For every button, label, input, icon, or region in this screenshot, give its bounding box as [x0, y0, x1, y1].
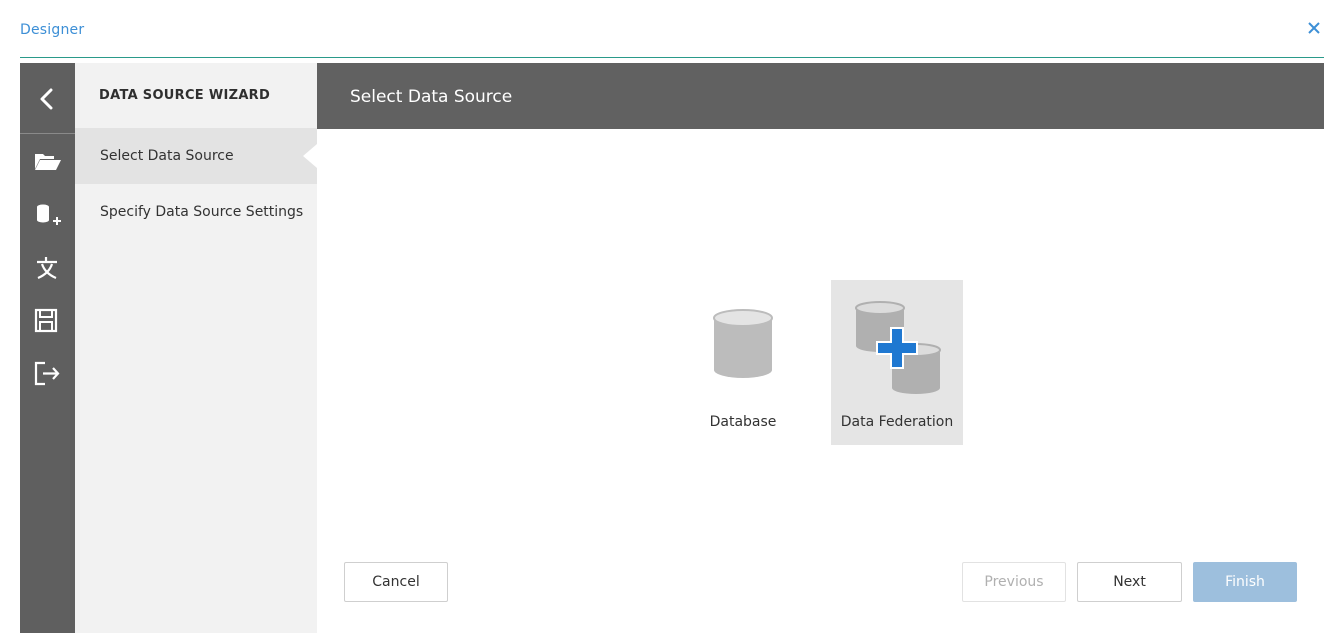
back-arrow-icon [40, 88, 53, 110]
icon-rail [20, 63, 75, 633]
step-label: Select Data Source [100, 148, 234, 164]
add-data-source-button[interactable] [20, 194, 75, 234]
source-option-data-federation[interactable]: Data Federation [831, 280, 963, 445]
app-title: Designer [20, 22, 85, 38]
title-divider [20, 57, 1324, 58]
step-select-data-source[interactable]: Select Data Source [75, 128, 317, 184]
step-specify-data-source-settings[interactable]: Specify Data Source Settings [75, 184, 317, 240]
content-header: Select Data Source [317, 63, 1324, 129]
source-option-database[interactable]: Database [677, 280, 809, 445]
open-button[interactable] [20, 141, 75, 181]
data-federation-icon [855, 301, 941, 394]
title-bar: Designer [0, 0, 1340, 58]
open-folder-icon [35, 154, 61, 170]
wizard-steps-panel: DATA SOURCE WIZARD Select Data Source Sp… [75, 63, 317, 633]
wizard-title: DATA SOURCE WIZARD [99, 88, 271, 103]
back-button[interactable] [20, 63, 75, 134]
exit-icon [34, 361, 60, 386]
save-icon [34, 308, 58, 333]
database-icon [713, 309, 773, 378]
source-label: Data Federation [840, 414, 954, 430]
exit-button[interactable] [20, 353, 75, 393]
add-database-icon [37, 204, 61, 225]
source-label: Database [709, 414, 777, 430]
save-button[interactable] [20, 300, 75, 340]
translate-icon [37, 257, 57, 280]
step-label: Specify Data Source Settings [100, 204, 304, 220]
page-title: Select Data Source [350, 87, 513, 107]
localization-button[interactable] [20, 247, 75, 287]
close-icon[interactable] [1306, 20, 1322, 36]
finish-button[interactable]: Finish [1193, 562, 1297, 602]
next-button[interactable]: Next [1077, 562, 1182, 602]
cancel-button[interactable]: Cancel [344, 562, 448, 602]
previous-button[interactable]: Previous [962, 562, 1066, 602]
